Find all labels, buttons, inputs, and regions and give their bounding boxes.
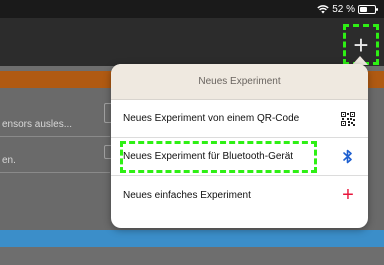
new-experiment-popover: Neues Experiment Neues Experiment von ei… (111, 64, 368, 228)
list-item[interactable]: en. (2, 155, 16, 166)
wifi-icon (317, 5, 329, 14)
bluetooth-icon (340, 149, 356, 165)
battery-nub (376, 7, 378, 11)
menu-item-bluetooth[interactable]: Neues Experiment für Bluetooth-Gerät (111, 138, 368, 176)
battery-level (360, 6, 368, 12)
menu-item-label: Neues Experiment von einem QR-Code (123, 113, 300, 124)
navigation-bar (0, 18, 384, 66)
list-divider (0, 172, 110, 173)
status-bar: 52 % (0, 0, 384, 18)
menu-item-qr-code[interactable]: Neues Experiment von einem QR-Code (111, 100, 368, 138)
bottom-bar (0, 230, 384, 247)
battery-icon (358, 4, 378, 14)
plus-icon: + (342, 184, 354, 206)
menu-item-simple[interactable]: Neues einfaches Experiment + (111, 176, 368, 214)
popover-title: Neues Experiment (111, 64, 368, 100)
menu-item-label: Neues Experiment für Bluetooth-Gerät (123, 151, 294, 162)
qr-code-icon (340, 111, 356, 127)
menu-item-label: Neues einfaches Experiment (123, 189, 251, 201)
list-divider (0, 136, 110, 137)
battery-percentage: 52 % (332, 3, 355, 15)
list-item[interactable]: ensors ausles... (2, 119, 72, 130)
status-indicators: 52 % (317, 2, 378, 16)
